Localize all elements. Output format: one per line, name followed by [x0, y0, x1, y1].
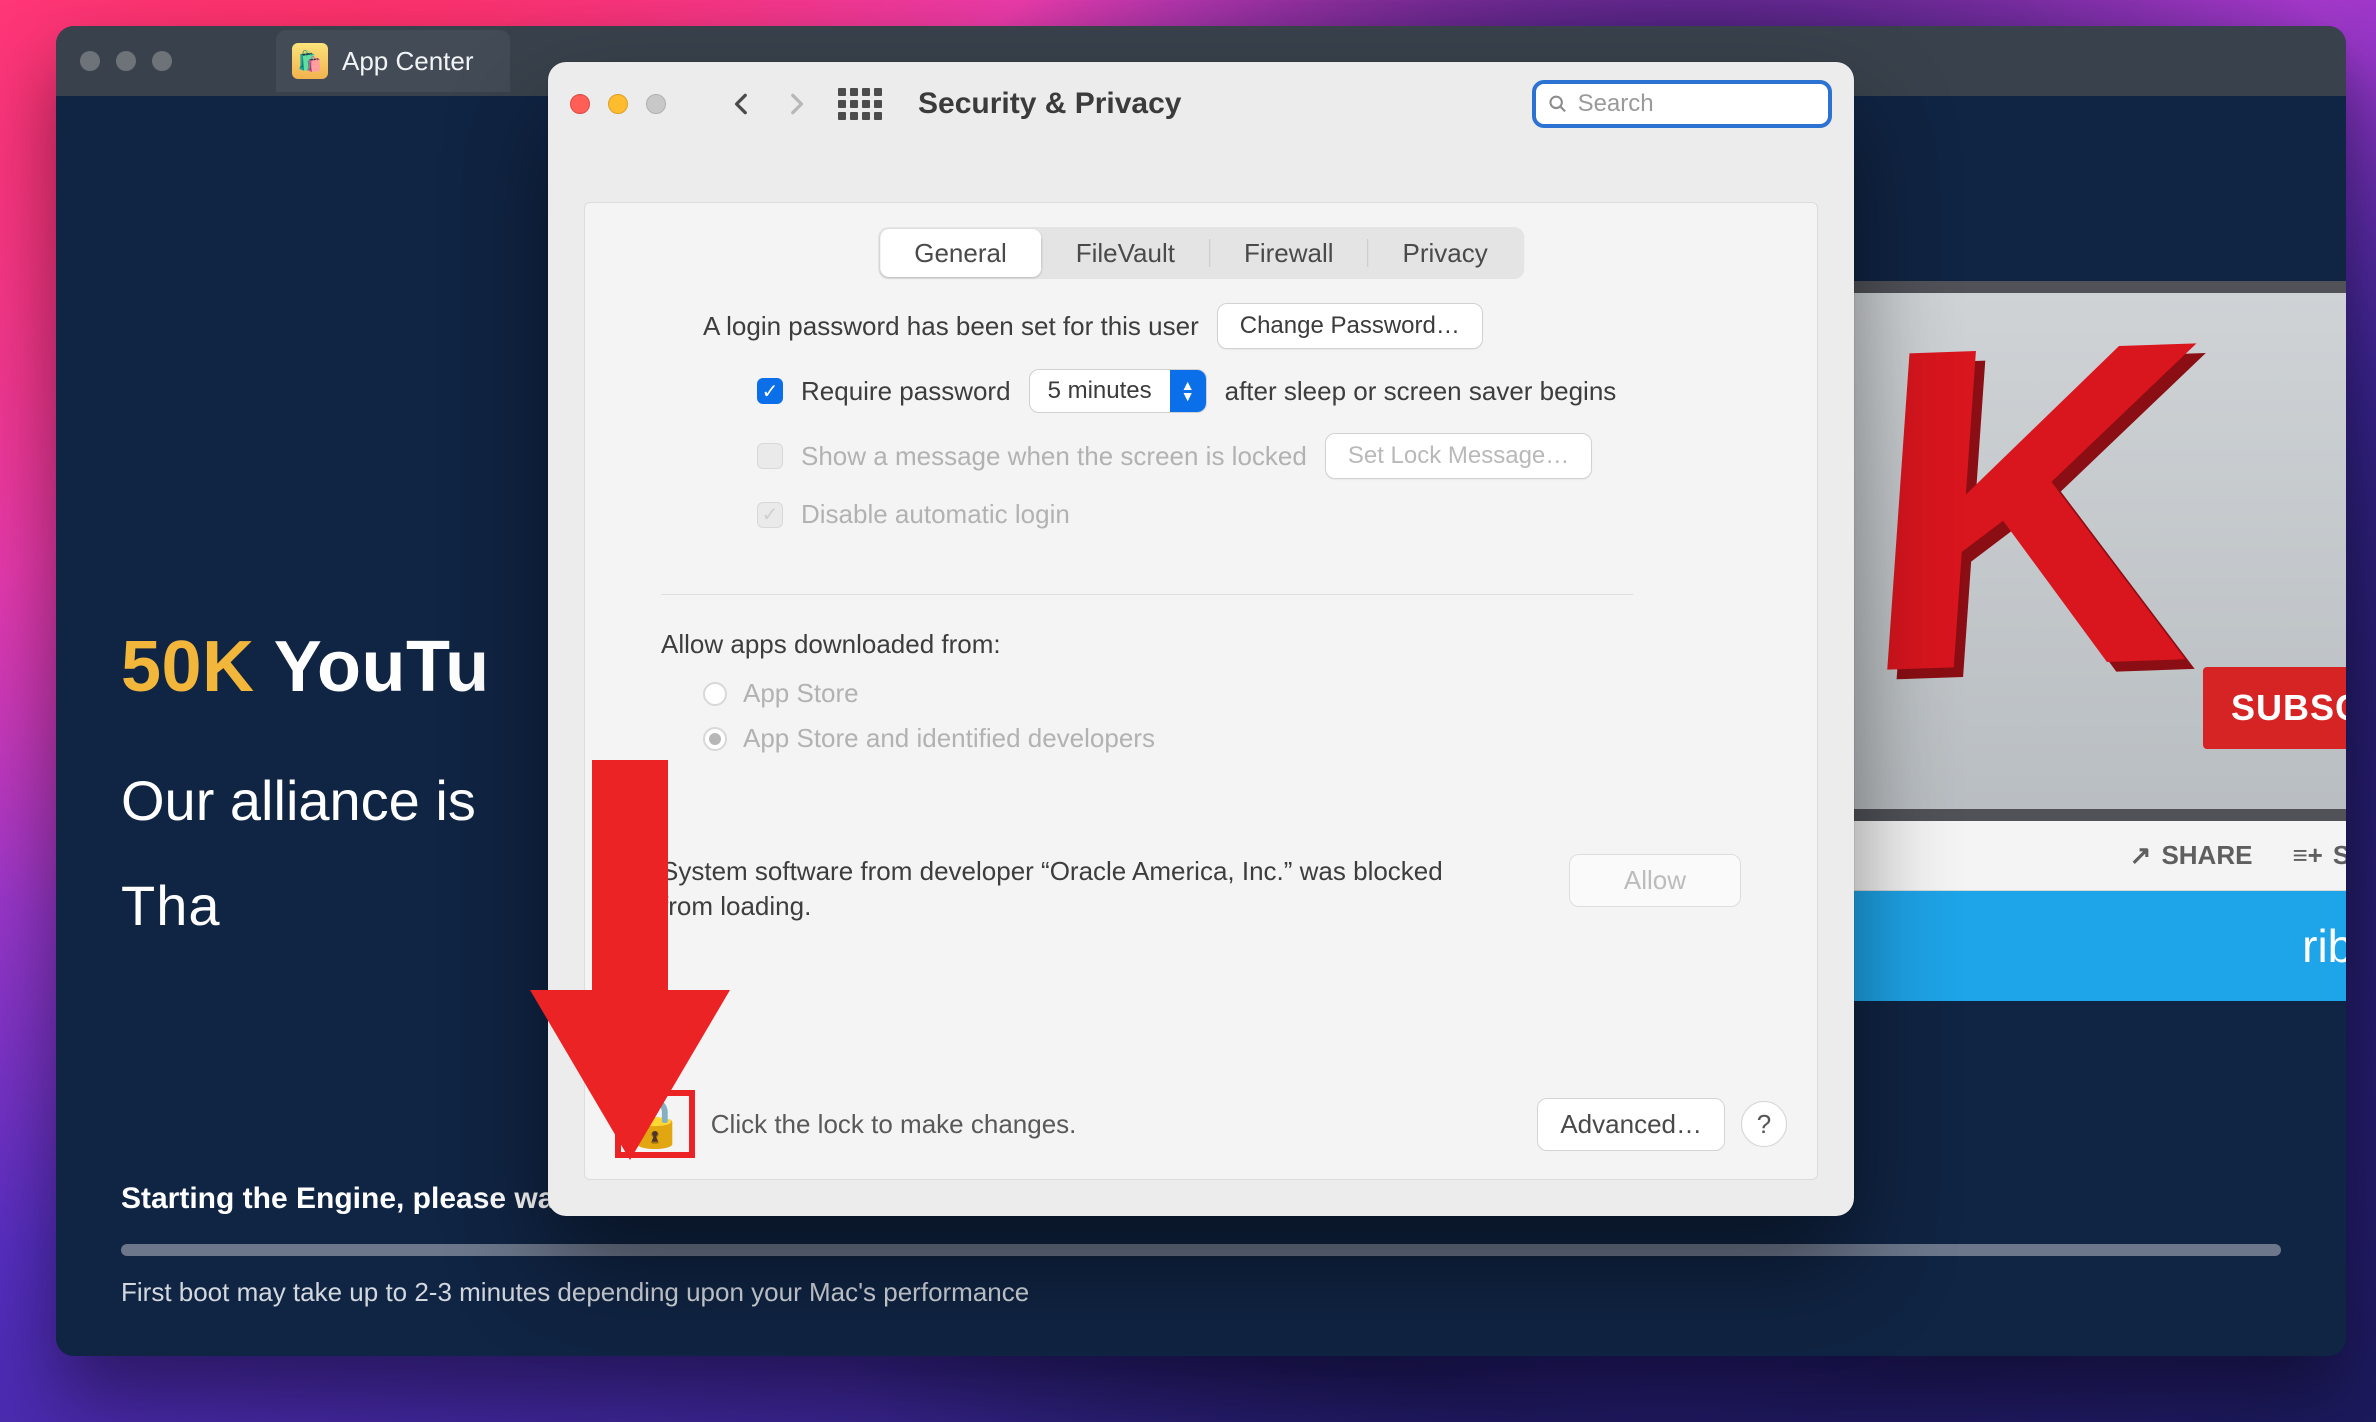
app-center-icon: 🛍️	[292, 43, 328, 79]
general-tab-content: A login password has been set for this u…	[585, 303, 1817, 1179]
prefs-toolbar: Security & Privacy	[548, 62, 1854, 146]
chevron-right-icon	[783, 91, 809, 117]
prefs-title: Security & Privacy	[918, 87, 1181, 121]
disable-autologin-checkbox: ✓	[757, 502, 783, 528]
allow-apps-title: Allow apps downloaded from:	[661, 629, 1741, 660]
engine-progress-bar	[121, 1244, 2281, 1256]
show-message-label: Show a message when the screen is locked	[801, 441, 1307, 472]
after-sleep-label: after sleep or screen saver begins	[1225, 376, 1617, 407]
prefs-search-field[interactable]	[1532, 80, 1832, 128]
select-stepper-icon: ▲▼	[1170, 370, 1206, 412]
engine-status-text: Starting the Engine, please wait	[121, 1182, 573, 1216]
advanced-button[interactable]: Advanced…	[1537, 1098, 1725, 1151]
tab-segmented-control: General FileVault Firewall Privacy	[878, 227, 1524, 279]
tab-strip: 🛍️ App Center	[276, 26, 510, 96]
promo-copy: 50K YouTu Our alliance is Tha	[121, 626, 490, 938]
tab-app-center[interactable]: 🛍️ App Center	[276, 30, 510, 92]
radio-app-store-label: App Store	[743, 678, 859, 709]
chevron-left-icon	[729, 91, 755, 117]
tab-filevault[interactable]: FileVault	[1042, 229, 1209, 277]
lock-icon[interactable]: 🔒	[625, 1100, 685, 1148]
radio-identified-label: App Store and identified developers	[743, 723, 1155, 754]
window-min-disabled-icon	[116, 51, 136, 71]
section-divider	[661, 594, 1633, 595]
help-button[interactable]: ?	[1741, 1101, 1787, 1147]
window-close-disabled-icon	[80, 51, 100, 71]
require-password-label: Require password	[801, 376, 1011, 407]
disable-autologin-label: Disable automatic login	[801, 499, 1070, 530]
show-all-prefs-button[interactable]	[838, 88, 882, 120]
annotation-lock-highlight: 🔒	[615, 1090, 695, 1158]
promo-video-card: K SUBSCRIBE ↗ SHARE ≡+ SAVE ••• ribe now	[1816, 281, 2346, 1001]
promo-sub1: Our alliance is	[121, 768, 490, 833]
window-minimize-button[interactable]	[608, 94, 628, 114]
window-traffic-lights	[80, 51, 172, 71]
subscribe-now-button[interactable]: ribe now	[1816, 891, 2346, 1001]
prefs-content-pane: General FileVault Firewall Privacy A log…	[584, 202, 1818, 1180]
set-lock-message-button: Set Lock Message…	[1325, 433, 1592, 479]
share-button[interactable]: ↗ SHARE	[2130, 840, 2253, 871]
radio-identified-developers	[703, 727, 727, 751]
radio-app-store	[703, 682, 727, 706]
tab-privacy[interactable]: Privacy	[1369, 229, 1522, 277]
save-button[interactable]: ≡+ SAVE	[2292, 840, 2346, 871]
subscribe-badge: SUBSCRIBE	[2203, 667, 2346, 749]
search-input[interactable]	[1578, 90, 1816, 118]
change-password-button[interactable]: Change Password…	[1217, 303, 1483, 349]
password-delay-value: 5 minutes	[1030, 377, 1170, 405]
allow-button: Allow	[1569, 854, 1741, 907]
nav-back-button[interactable]	[724, 86, 760, 122]
promo-graphic: K	[1855, 317, 2214, 696]
engine-hint-text: First boot may take up to 2-3 minutes de…	[121, 1277, 1029, 1308]
blocked-software-text: System software from developer “Oracle A…	[661, 854, 1461, 924]
tab-label: App Center	[342, 46, 474, 77]
login-password-label: A login password has been set for this u…	[703, 311, 1199, 342]
show-message-checkbox	[757, 443, 783, 469]
password-delay-select[interactable]: 5 minutes ▲▼	[1029, 369, 1207, 413]
window-close-button[interactable]	[570, 94, 590, 114]
promo-sub2: Tha	[121, 873, 490, 938]
prefs-footer: 🔒 Click the lock to make changes. Advanc…	[585, 1069, 1817, 1179]
tab-general[interactable]: General	[880, 229, 1041, 277]
require-password-checkbox[interactable]: ✓	[757, 378, 783, 404]
promo-headline: 50K YouTu	[121, 626, 490, 708]
window-zoom-button-disabled	[646, 94, 666, 114]
system-preferences-window: Security & Privacy General FileVault Fir…	[548, 62, 1854, 1216]
search-icon	[1548, 93, 1568, 115]
video-action-bar: ↗ SHARE ≡+ SAVE •••	[1816, 821, 2346, 891]
window-max-disabled-icon	[152, 51, 172, 71]
nav-forward-button	[778, 86, 814, 122]
lock-hint-text: Click the lock to make changes.	[711, 1109, 1077, 1140]
promo-video-thumb: K SUBSCRIBE	[1816, 281, 2346, 821]
tab-firewall[interactable]: Firewall	[1210, 229, 1368, 277]
